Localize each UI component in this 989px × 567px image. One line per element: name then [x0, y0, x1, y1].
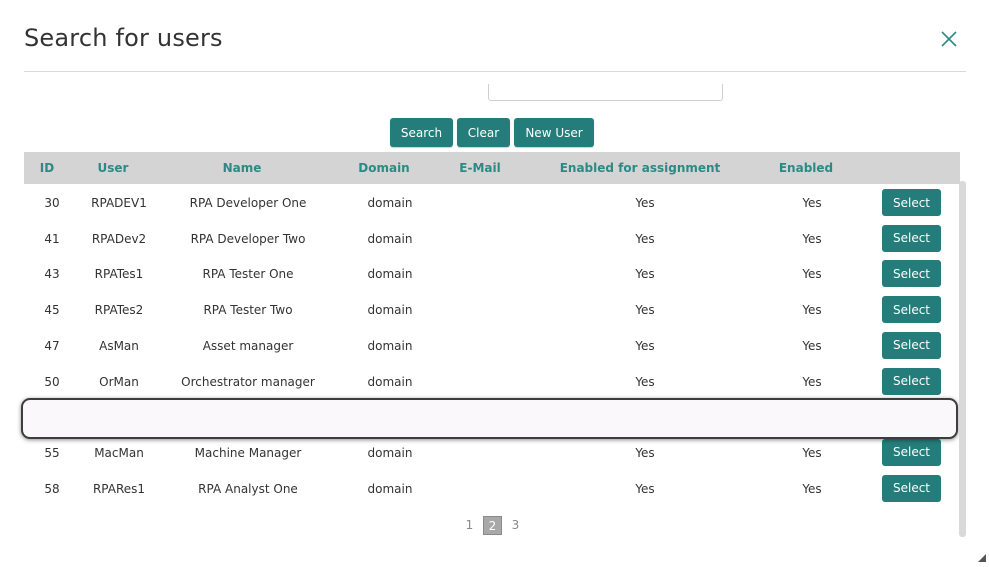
select-button[interactable]: Select [882, 296, 941, 324]
table-row[interactable]: 52 AppMan Application Manager domain Yes Yes S… [24, 399, 960, 435]
cell-enabled-for-assignment: Yes [635, 445, 655, 460]
cell-enabled: Yes [802, 196, 822, 210]
cell-name: RPA Analyst One [198, 481, 298, 496]
select-button[interactable]: Select [882, 438, 941, 466]
select-button[interactable]: Select [882, 367, 941, 395]
cell-enabled: Yes [802, 481, 822, 496]
table-row[interactable]: 30 RPADEV1 RPA Developer One domain Yes Yes Se… [24, 185, 960, 221]
cell-name: RPA Developer One [189, 196, 307, 210]
cell-user: RPARes1 [92, 481, 146, 496]
cell-enabled: Yes [802, 410, 822, 425]
scrollbar[interactable] [959, 181, 966, 537]
table-row[interactable]: 43 RPATes1 RPA Tester One domain Yes Yes Selec… [24, 256, 960, 292]
column-header-name[interactable]: Name [223, 152, 262, 184]
close-icon[interactable] [938, 28, 960, 50]
cell-id: 58 [44, 481, 60, 496]
select-button[interactable]: Select [882, 331, 941, 359]
cell-domain: domain [367, 445, 413, 460]
cell-enabled: Yes [802, 445, 822, 460]
cell-user: OrMan [99, 374, 139, 389]
table-row[interactable]: 58 RPARes1 RPA Analyst One domain Yes Yes Sele… [24, 471, 960, 507]
cell-domain: domain [367, 410, 413, 425]
cell-enabled: Yes [802, 303, 822, 318]
table-row[interactable]: 55 MacMan Machine Manager domain Yes Yes Selec… [24, 435, 960, 471]
cell-enabled: Yes [802, 374, 822, 389]
cell-user: AppMan [94, 410, 144, 425]
cell-id: 41 [44, 231, 60, 246]
select-button[interactable]: Select [882, 403, 941, 431]
column-header-id[interactable]: ID [40, 152, 54, 184]
cell-user: MacMan [94, 445, 144, 460]
cell-enabled: Yes [802, 338, 822, 353]
cell-id: 45 [44, 303, 60, 318]
cell-name: RPA Developer Two [190, 231, 306, 246]
cell-user: RPADev2 [91, 231, 147, 246]
cell-enabled-for-assignment: Yes [635, 231, 655, 246]
cell-enabled-for-assignment: Yes [635, 303, 655, 318]
page-3-link[interactable]: 3 [506, 516, 525, 535]
cell-name: RPA Tester Two [203, 303, 293, 318]
column-header-email[interactable]: E-Mail [459, 152, 500, 184]
title-divider [24, 71, 966, 72]
cell-enabled-for-assignment: Yes [635, 374, 655, 389]
select-button[interactable]: Select [882, 474, 941, 502]
cell-domain: domain [367, 231, 413, 246]
cell-enabled-for-assignment: Yes [635, 410, 655, 425]
cell-domain: domain [367, 196, 413, 210]
column-header-domain[interactable]: Domain [358, 152, 409, 184]
page-2-link[interactable]: 2 [483, 516, 502, 535]
select-button[interactable]: Select [882, 260, 941, 288]
cell-name: Asset manager [202, 338, 294, 353]
search-input[interactable] [488, 84, 723, 101]
cell-domain: domain [367, 338, 413, 353]
column-header-enabled-for-assignment[interactable]: Enabled for assignment [560, 152, 721, 184]
column-header-enabled[interactable]: Enabled [779, 152, 833, 184]
search-button[interactable]: Search [390, 118, 453, 147]
table-row[interactable]: 50 OrMan Orchestrator manager domain Yes Yes S… [24, 364, 960, 400]
cell-enabled-for-assignment: Yes [635, 481, 655, 496]
cell-user: RPATes1 [94, 267, 144, 282]
search-users-dialog: Search for users Search Clear New User I… [0, 0, 989, 562]
users-table: ID User Name Domain E-Mail Enabled for a… [24, 152, 960, 508]
cell-enabled: Yes [802, 267, 822, 282]
table-header: ID User Name Domain E-Mail Enabled for a… [24, 152, 960, 184]
page-1-link[interactable]: 1 [460, 516, 479, 535]
resize-grip-icon[interactable] [976, 549, 986, 562]
table-row[interactable]: 45 RPATes2 RPA Tester Two domain Yes Yes Selec… [24, 292, 960, 328]
cell-id: 55 [44, 445, 60, 460]
cell-enabled-for-assignment: Yes [635, 338, 655, 353]
cell-id: 30 [44, 196, 60, 210]
cell-domain: domain [367, 481, 413, 496]
cell-name: Orchestrator manager [181, 374, 315, 389]
cell-user: RPADEV1 [91, 196, 147, 210]
cell-name: RPA Tester One [202, 267, 294, 282]
table-row[interactable]: 47 AsMan Asset manager domain Yes Yes Select [24, 328, 960, 364]
cell-id: 43 [44, 267, 60, 282]
cell-enabled-for-assignment: Yes [635, 196, 655, 210]
cell-enabled: Yes [802, 231, 822, 246]
cell-user: AsMan [99, 338, 139, 353]
cell-id: 50 [44, 374, 60, 389]
select-button[interactable]: Select [882, 189, 941, 216]
dialog-title: Search for users [24, 24, 223, 52]
cell-domain: domain [367, 303, 413, 318]
cell-domain: domain [367, 374, 413, 389]
column-header-user[interactable]: User [98, 152, 129, 184]
cell-domain: domain [367, 267, 413, 282]
select-button[interactable]: Select [882, 224, 941, 252]
cell-enabled-for-assignment: Yes [635, 267, 655, 282]
cell-name: Application Manager [186, 410, 310, 425]
cell-name: Machine Manager [194, 445, 302, 460]
table-row[interactable]: 41 RPADev2 RPA Developer Two domain Yes Yes Se… [24, 221, 960, 257]
new-user-button[interactable]: New User [514, 118, 594, 147]
cell-id: 47 [44, 338, 60, 353]
clear-button[interactable]: Clear [457, 118, 510, 147]
cell-id: 52 [44, 410, 60, 425]
cell-user: RPATes2 [94, 303, 144, 318]
